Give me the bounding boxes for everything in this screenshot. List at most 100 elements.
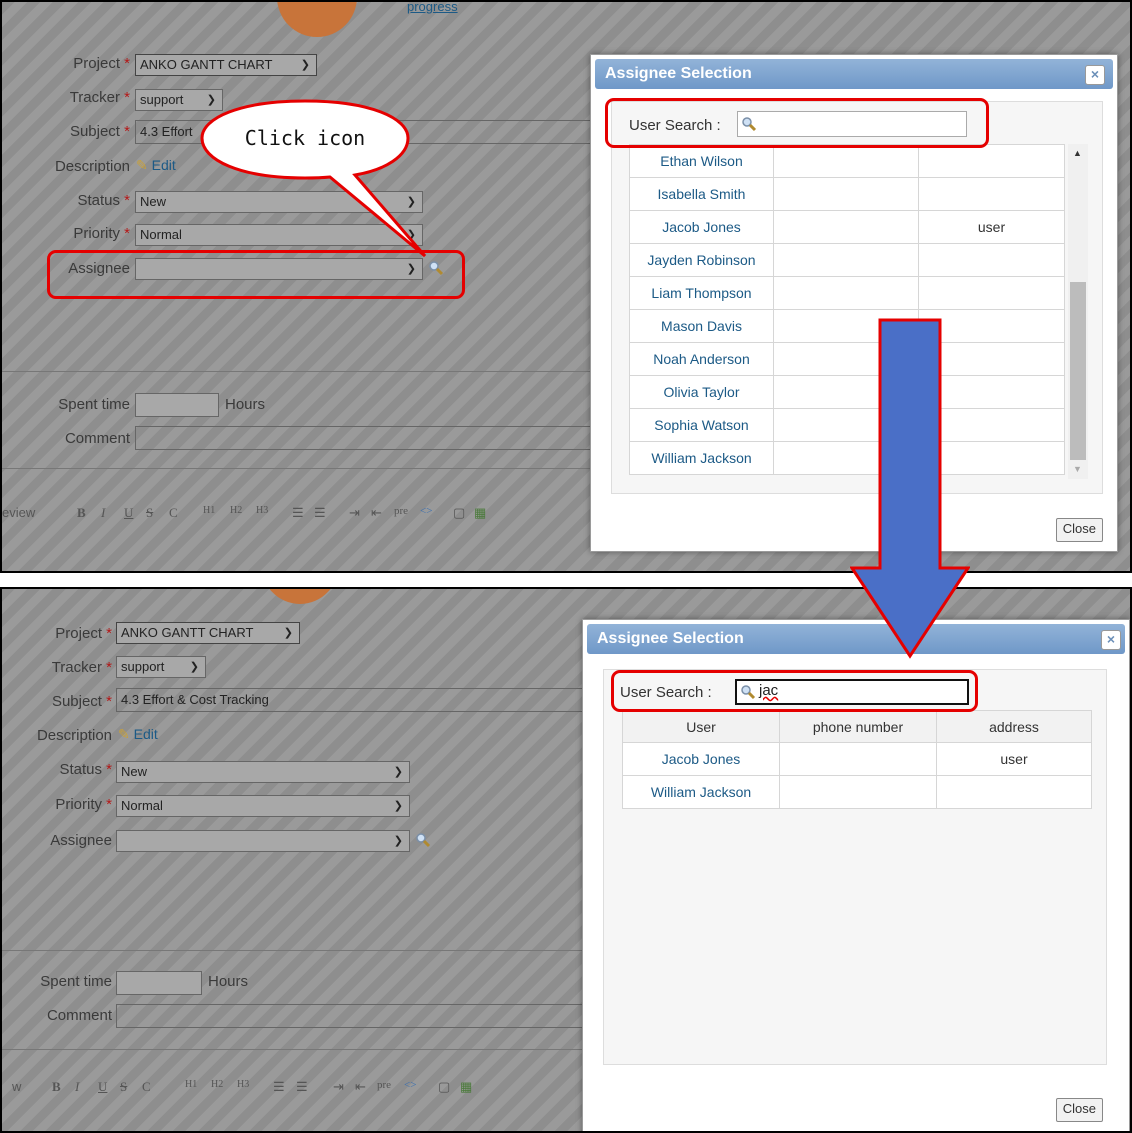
preview-tab[interactable]: eview — [2, 505, 35, 520]
subject-label: Subject * — [69, 123, 130, 140]
link-button[interactable]: <> — [404, 1079, 416, 1091]
table-icon[interactable]: ▦ — [460, 1079, 472, 1095]
table-row[interactable]: Jacob Jones user — [629, 210, 1065, 244]
column-header-phone[interactable]: phone number — [779, 710, 937, 743]
strike-button[interactable]: S — [146, 505, 153, 521]
close-icon[interactable]: × — [1101, 630, 1121, 650]
h2-button[interactable]: H2 — [230, 505, 242, 516]
table-row[interactable]: Mason Davis — [629, 309, 1065, 343]
underline-button[interactable]: U — [98, 1079, 107, 1095]
user-cell[interactable]: Mason Davis — [629, 309, 774, 343]
user-cell[interactable]: Liam Thompson — [629, 276, 774, 310]
phone-cell — [773, 144, 919, 178]
section-divider — [2, 950, 582, 951]
table-row[interactable]: Sophia Watson — [629, 408, 1065, 442]
spent-time-label: Spent time — [40, 973, 112, 990]
user-cell[interactable]: William Jackson — [629, 441, 774, 475]
progress-link[interactable]: progress — [407, 2, 458, 14]
status-label: Status * — [59, 761, 112, 778]
strike-button[interactable]: S — [120, 1079, 127, 1095]
spent-time-input[interactable] — [116, 971, 202, 995]
column-header-address[interactable]: address — [936, 710, 1092, 743]
h3-button[interactable]: H3 — [256, 505, 268, 516]
close-icon[interactable]: × — [1085, 65, 1105, 85]
close-button[interactable]: Close — [1055, 1098, 1103, 1122]
comment-input[interactable] — [116, 1004, 582, 1028]
user-cell[interactable]: Jacob Jones — [622, 742, 780, 776]
h3-button[interactable]: H3 — [237, 1079, 249, 1090]
unordered-list-icon[interactable]: ☰ — [292, 505, 304, 521]
priority-select[interactable]: Normal ❯ — [116, 795, 410, 817]
pre-button[interactable]: pre — [377, 1079, 391, 1091]
table-scrollbar[interactable]: ▲ ▼ — [1068, 144, 1088, 479]
address-cell — [918, 144, 1065, 178]
indent-icon[interactable]: ⇥ — [349, 505, 360, 521]
close-button[interactable]: Close — [1055, 518, 1103, 542]
editor-toolbar: w B I U S C H1 H2 H3 ☰ ☰ ⇥ ⇤ pre <> ▢ ▦ — [2, 1079, 577, 1101]
scroll-down-icon[interactable]: ▼ — [1073, 464, 1082, 474]
tracker-select[interactable]: support ❯ — [116, 656, 206, 678]
unordered-list-icon[interactable]: ☰ — [273, 1079, 285, 1095]
address-cell: user — [936, 742, 1092, 776]
table-row[interactable]: Ethan Wilson — [629, 144, 1065, 178]
underline-button[interactable]: U — [124, 505, 133, 521]
search-icon[interactable] — [415, 832, 431, 848]
user-table: Ethan Wilson Isabella Smith Jacob Jones use… — [629, 144, 1065, 475]
preview-tab[interactable]: w — [12, 1079, 21, 1094]
user-cell[interactable]: Isabella Smith — [629, 177, 774, 211]
link-button[interactable]: <> — [420, 505, 432, 517]
outdent-icon[interactable]: ⇤ — [355, 1079, 366, 1095]
outdent-icon[interactable]: ⇤ — [371, 505, 382, 521]
status-label: Status * — [77, 192, 130, 209]
hours-label: Hours — [208, 973, 249, 990]
pre-button[interactable]: pre — [394, 505, 408, 517]
h1-button[interactable]: H1 — [185, 1079, 197, 1090]
user-cell[interactable]: Noah Anderson — [629, 342, 774, 376]
ordered-list-icon[interactable]: ☰ — [314, 505, 326, 521]
user-cell[interactable]: William Jackson — [622, 775, 780, 809]
table-header-row: User phone number address — [622, 710, 1092, 743]
table-row[interactable]: William Jackson — [622, 775, 1092, 809]
h2-button[interactable]: H2 — [211, 1079, 223, 1090]
bold-button[interactable]: B — [77, 505, 86, 521]
italic-button[interactable]: I — [101, 505, 105, 521]
spent-time-input[interactable] — [135, 393, 219, 417]
table-row[interactable]: Jacob Jones user — [622, 742, 1092, 776]
status-select[interactable]: New ❯ — [116, 761, 410, 783]
subject-input[interactable]: 4.3 Effort & Cost Tracking — [116, 688, 582, 712]
user-cell[interactable]: Jacob Jones — [629, 210, 774, 244]
column-header-user[interactable]: User — [622, 710, 780, 743]
code-button[interactable]: C — [142, 1079, 151, 1095]
tracker-label: Tracker * — [51, 659, 112, 676]
user-cell[interactable]: Jayden Robinson — [629, 243, 774, 277]
bold-button[interactable]: B — [52, 1079, 61, 1095]
h1-button[interactable]: H1 — [203, 505, 215, 516]
user-cell[interactable]: Ethan Wilson — [629, 144, 774, 178]
table-row[interactable]: Jayden Robinson — [629, 243, 1065, 277]
edit-description-link[interactable]: ✎ Edit — [136, 157, 176, 174]
table-icon[interactable]: ▦ — [474, 505, 486, 521]
italic-button[interactable]: I — [75, 1079, 79, 1095]
ordered-list-icon[interactable]: ☰ — [296, 1079, 308, 1095]
image-icon[interactable]: ▢ — [438, 1079, 450, 1095]
project-select[interactable]: ANKO GANTT CHART ❯ — [116, 622, 300, 644]
table-row[interactable]: Noah Anderson — [629, 342, 1065, 376]
table-row[interactable]: Olivia Taylor — [629, 375, 1065, 409]
assignee-select[interactable]: ❯ — [116, 830, 410, 852]
user-cell[interactable]: Olivia Taylor — [629, 375, 774, 409]
scroll-up-icon[interactable]: ▲ — [1073, 148, 1082, 158]
address-cell — [918, 243, 1065, 277]
indent-icon[interactable]: ⇥ — [333, 1079, 344, 1095]
table-row[interactable]: Isabella Smith — [629, 177, 1065, 211]
orange-avatar-decoration — [277, 2, 357, 37]
table-row[interactable]: Liam Thompson — [629, 276, 1065, 310]
edit-description-link[interactable]: ✎ Edit — [118, 726, 158, 743]
comment-input[interactable] — [135, 426, 595, 450]
priority-label: Priority * — [73, 225, 130, 242]
project-select[interactable]: ANKO GANTT CHART ❯ — [135, 54, 317, 76]
code-button[interactable]: C — [169, 505, 178, 521]
scroll-thumb[interactable] — [1070, 282, 1086, 460]
user-cell[interactable]: Sophia Watson — [629, 408, 774, 442]
table-row[interactable]: William Jackson — [629, 441, 1065, 475]
image-icon[interactable]: ▢ — [453, 505, 465, 521]
